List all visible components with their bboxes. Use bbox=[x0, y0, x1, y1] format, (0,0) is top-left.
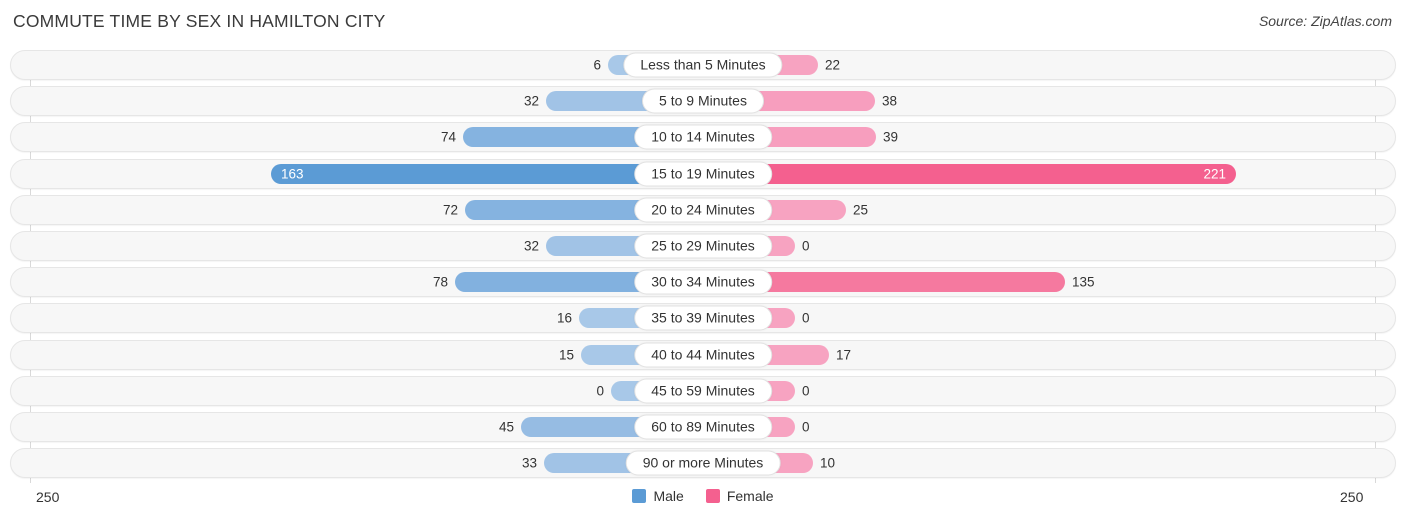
bar-value-female: 0 bbox=[802, 382, 810, 398]
table-row[interactable]: 72 25 20 to 24 Minutes bbox=[10, 194, 1396, 225]
bar-value-male: 33 bbox=[521, 455, 537, 471]
bar-female-wrap: 221 bbox=[703, 163, 1236, 184]
bar-value-female: 10 bbox=[820, 455, 836, 471]
table-row[interactable]: 32 38 5 to 9 Minutes bbox=[10, 86, 1396, 117]
table-row[interactable]: 6 22 Less than 5 Minutes bbox=[10, 50, 1396, 80]
table-row[interactable]: 45 0 60 to 89 Minutes bbox=[10, 411, 1396, 442]
category-label: 25 to 29 Minutes bbox=[634, 233, 772, 259]
bar-value-male: 0 bbox=[596, 382, 604, 398]
bar-value-female: 22 bbox=[825, 57, 841, 73]
category-label: 35 to 39 Minutes bbox=[634, 305, 772, 331]
bar-value-male: 16 bbox=[556, 310, 572, 326]
bar-value-male: 163 bbox=[281, 165, 304, 181]
bar-value-male: 72 bbox=[442, 202, 458, 217]
bar-value-female: 0 bbox=[802, 238, 810, 254]
chart-header: COMMUTE TIME BY SEX IN HAMILTON CITY Sou… bbox=[0, 0, 1406, 46]
bar-value-female: 0 bbox=[802, 419, 810, 435]
table-row[interactable]: 0 0 45 to 59 Minutes bbox=[10, 375, 1396, 406]
category-label: 90 or more Minutes bbox=[625, 450, 781, 476]
legend-swatch-female-icon bbox=[705, 489, 720, 503]
plot-area: 6 22 Less than 5 Minutes 32 38 5 to 9 Minutes… bbox=[0, 46, 1406, 483]
category-label: 40 to 44 Minutes bbox=[634, 341, 772, 368]
bar-value-male: 15 bbox=[558, 346, 574, 362]
legend-label-female: Female bbox=[726, 488, 774, 504]
bar-female[interactable] bbox=[703, 163, 1236, 184]
bar-value-male: 74 bbox=[440, 129, 456, 145]
category-label: 15 to 19 Minutes bbox=[634, 161, 772, 187]
legend-swatch-male-icon bbox=[632, 489, 647, 503]
bar-value-male: 6 bbox=[593, 57, 601, 73]
chart-footer: 250 250 Male Female bbox=[0, 483, 1406, 523]
bar-value-male: 45 bbox=[498, 419, 514, 435]
category-label: 20 to 24 Minutes bbox=[634, 197, 772, 223]
category-label: 5 to 9 Minutes bbox=[642, 88, 764, 114]
bar-rows: 6 22 Less than 5 Minutes 32 38 5 to 9 Minutes… bbox=[10, 50, 1396, 484]
chart-legend: Male Female bbox=[0, 488, 1406, 504]
table-row[interactable]: 32 0 25 to 29 Minutes bbox=[10, 230, 1396, 261]
category-label: 30 to 34 Minutes bbox=[634, 269, 772, 295]
legend-item-male[interactable]: Male bbox=[632, 488, 684, 504]
table-row[interactable]: 16 0 35 to 39 Minutes bbox=[10, 303, 1396, 334]
bar-value-female: 38 bbox=[882, 93, 898, 109]
page-title: COMMUTE TIME BY SEX IN HAMILTON CITY bbox=[13, 11, 386, 31]
chart-page: COMMUTE TIME BY SEX IN HAMILTON CITY Sou… bbox=[0, 0, 1406, 523]
bar-value-female: 0 bbox=[802, 310, 810, 326]
category-label: 45 to 59 Minutes bbox=[634, 378, 772, 404]
category-label: 10 to 14 Minutes bbox=[634, 124, 772, 150]
source-attribution: Source: ZipAtlas.com bbox=[1258, 13, 1392, 29]
legend-label-male: Male bbox=[653, 488, 684, 504]
bar-value-female: 135 bbox=[1072, 274, 1095, 290]
table-row[interactable]: 163 221 15 to 19 Minutes bbox=[10, 158, 1396, 189]
bar-value-female: 25 bbox=[853, 202, 869, 217]
bar-value-male: 78 bbox=[432, 274, 448, 290]
table-row[interactable]: 15 17 40 to 44 Minutes bbox=[10, 339, 1396, 370]
table-row[interactable]: 33 10 90 or more Minutes bbox=[10, 448, 1396, 479]
bar-value-female: 221 bbox=[1203, 165, 1226, 181]
table-row[interactable]: 74 39 10 to 14 Minutes bbox=[10, 122, 1396, 153]
bar-value-female: 17 bbox=[836, 346, 852, 362]
bar-value-male: 32 bbox=[523, 238, 539, 254]
legend-item-female[interactable]: Female bbox=[705, 488, 774, 504]
bar-value-female: 39 bbox=[883, 129, 899, 145]
bar-value-male: 32 bbox=[523, 93, 539, 109]
category-label: 60 to 89 Minutes bbox=[634, 414, 772, 440]
category-label: Less than 5 Minutes bbox=[623, 52, 783, 78]
table-row[interactable]: 78 135 30 to 34 Minutes bbox=[10, 267, 1396, 298]
